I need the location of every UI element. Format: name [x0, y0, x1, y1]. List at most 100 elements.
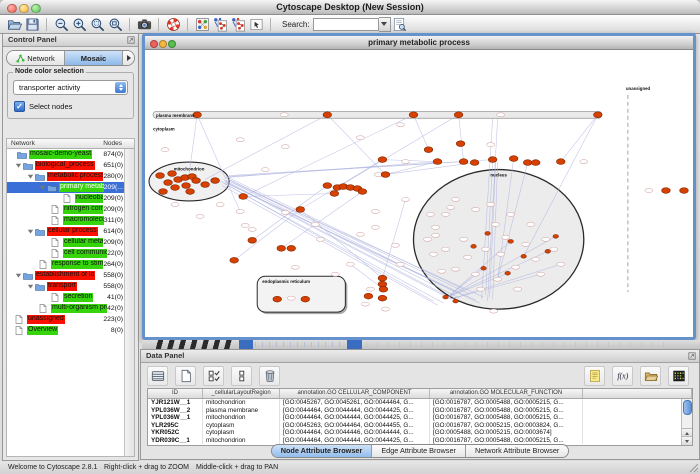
graph-node[interactable]	[381, 172, 390, 178]
graph-node[interactable]	[323, 112, 332, 118]
tree-item-response-to-stimulu[interactable]: response to stimulu264(0)	[7, 259, 125, 270]
annotation-icon[interactable]	[247, 16, 265, 32]
tree-item-multi-organism-pro[interactable]: multi-organism pro42(0)	[7, 303, 125, 314]
tab-overflow-arrow[interactable]	[123, 51, 134, 65]
expander-arrow-icon[interactable]	[15, 162, 23, 169]
graph-node[interactable]	[521, 254, 527, 258]
graph-node[interactable]	[379, 286, 388, 292]
node-color-dropdown[interactable]: transporter activity	[13, 80, 128, 95]
graph-node[interactable]	[459, 159, 468, 165]
scrollbar-thumb[interactable]	[683, 400, 692, 415]
network-close-button[interactable]	[150, 40, 158, 48]
graph-node[interactable]	[323, 183, 332, 189]
tree-item-macromolecule[interactable]: macromolecule311(0)	[7, 215, 125, 226]
zoom-out-icon[interactable]	[52, 16, 70, 32]
attribute-notes-icon[interactable]	[584, 366, 605, 386]
tree-item-cell-communicat[interactable]: cell communicat22(0)	[7, 248, 125, 259]
tab-node-attribute-browser[interactable]: Node Attribute Browser	[272, 445, 373, 457]
tree-item-biological-process[interactable]: biological_process651(0)	[7, 160, 125, 171]
tab-mosaic[interactable]: Mosaic	[65, 51, 123, 65]
network-canvas[interactable]: plasma membrane cytoplasm mitochondrion …	[145, 50, 693, 337]
tree-item-establishment-of-lo[interactable]: establishment of lo558(0)	[7, 270, 125, 281]
search-config-icon[interactable]	[391, 16, 409, 32]
tree-header[interactable]: Network Nodes	[7, 139, 134, 149]
resize-grip[interactable]	[689, 463, 699, 473]
network-minimize-button[interactable]	[159, 40, 167, 48]
expander-arrow-icon[interactable]	[27, 173, 35, 180]
column-header-annotation-go-cellular-component[interactable]: annotation.GO CELLULAR_COMPONENT	[280, 389, 430, 398]
select-attributes-icon[interactable]	[203, 366, 224, 386]
graph-node[interactable]	[287, 245, 296, 251]
table-row[interactable]: YKR052Ccytoplasm[GO:0044464, GO:0044446,…	[148, 429, 682, 437]
table-row[interactable]: YPL036W__1mitochondrion[GO:0044464, GO:0…	[148, 414, 682, 422]
graph-node[interactable]	[192, 178, 201, 184]
tree-item-transport[interactable]: transport558(0)	[7, 281, 125, 292]
graph-node[interactable]	[662, 188, 671, 194]
create-attribute-icon[interactable]	[175, 366, 196, 386]
tree-item-mosaic-demo-yeast[interactable]: mosaic-demo-yeast874(0)	[7, 149, 125, 160]
graph-node[interactable]	[553, 234, 559, 238]
graph-node[interactable]	[481, 266, 487, 270]
graph-node[interactable]	[273, 296, 282, 302]
search-dropdown-button[interactable]	[379, 17, 391, 32]
expander-arrow-icon[interactable]	[27, 228, 35, 235]
graph-node[interactable]	[509, 156, 518, 162]
graph-node[interactable]	[201, 182, 210, 188]
table-row[interactable]: YLR295Ccytoplasm[GO:0045263, GO:0044464,…	[148, 422, 682, 430]
expander-arrow-icon[interactable]	[27, 283, 35, 290]
new-network-from-selection-all-edges-icon[interactable]	[211, 16, 229, 32]
graph-node[interactable]	[156, 173, 165, 179]
graph-node[interactable]	[378, 157, 387, 163]
graph-node[interactable]	[531, 160, 540, 166]
network-window-titlebar[interactable]: primary metabolic process	[145, 36, 693, 50]
tree-scrollbar[interactable]	[124, 149, 134, 456]
tree-item-metabolic-process[interactable]: metabolic process280(0)	[7, 171, 125, 182]
select-nodes-checkbox[interactable]: ✓	[14, 101, 25, 112]
graph-node[interactable]	[378, 275, 387, 281]
graph-node[interactable]	[378, 295, 387, 301]
column-header-cellularlayoutregion[interactable]: _cellularLayoutRegion	[203, 389, 280, 398]
window-titlebar[interactable]: Cytoscape Desktop (New Session)	[0, 0, 700, 15]
tree-item-nucleobase[interactable]: nucleobase-209(0)	[7, 193, 125, 204]
function-builder-icon[interactable]: f(x)	[612, 366, 633, 386]
column-header-id[interactable]: ID	[148, 389, 203, 398]
maximize-button[interactable]	[31, 4, 41, 14]
graph-node[interactable]	[248, 237, 257, 243]
zoom-in-icon[interactable]	[70, 16, 88, 32]
graph-node[interactable]	[186, 189, 195, 195]
tab-network-attribute-browser[interactable]: Network Attribute Browser	[466, 445, 568, 457]
float-panel-icon[interactable]	[127, 36, 135, 48]
tree-item-secretion[interactable]: secretion41(0)	[7, 292, 125, 303]
network-maximize-button[interactable]	[168, 40, 176, 48]
tree-item-cellular-metabo[interactable]: cellular metabo209(0)	[7, 237, 125, 248]
search-input[interactable]	[313, 18, 379, 31]
float-panel-icon[interactable]	[688, 352, 696, 364]
graph-node[interactable]	[453, 299, 459, 303]
graph-node[interactable]	[409, 112, 418, 118]
table-row[interactable]: YJR121W__1mitochondrion[GO:0045267, GO:0…	[148, 399, 682, 407]
graph-node[interactable]	[485, 231, 491, 235]
new-network-from-selection-selected-edges-icon[interactable]	[229, 16, 247, 32]
help-lifesaver-icon[interactable]	[164, 16, 182, 32]
graph-node[interactable]	[456, 141, 465, 147]
attribute-grid-icon[interactable]	[147, 366, 168, 386]
close-button[interactable]	[7, 4, 17, 14]
graph-node[interactable]	[680, 188, 689, 194]
table-scrollbar[interactable]	[681, 399, 692, 445]
graph-node[interactable]	[182, 183, 191, 189]
graph-node[interactable]	[556, 159, 565, 165]
tree-item-cellular-process[interactable]: cellular process614(0)	[7, 226, 125, 237]
graph-node[interactable]	[277, 245, 286, 251]
unselect-attributes-icon[interactable]	[231, 366, 252, 386]
tree-item-nitrogen-compo[interactable]: nitrogen compo209(0)	[7, 204, 125, 215]
table-row[interactable]: YDR039C__1mitochondrion[GO:0044464, GO:0…	[148, 437, 682, 445]
vizmapper-icon[interactable]	[193, 16, 211, 32]
graph-node[interactable]	[296, 207, 305, 213]
graph-node[interactable]	[505, 271, 511, 275]
graph-node[interactable]	[301, 296, 310, 302]
graph-node[interactable]	[508, 239, 514, 243]
table-row[interactable]: YPL036W__2plasma membrane[GO:0044464, GO…	[148, 407, 682, 415]
open-file-icon[interactable]	[5, 16, 23, 32]
zoom-fit-icon[interactable]	[106, 16, 124, 32]
graph-node[interactable]	[330, 191, 339, 197]
